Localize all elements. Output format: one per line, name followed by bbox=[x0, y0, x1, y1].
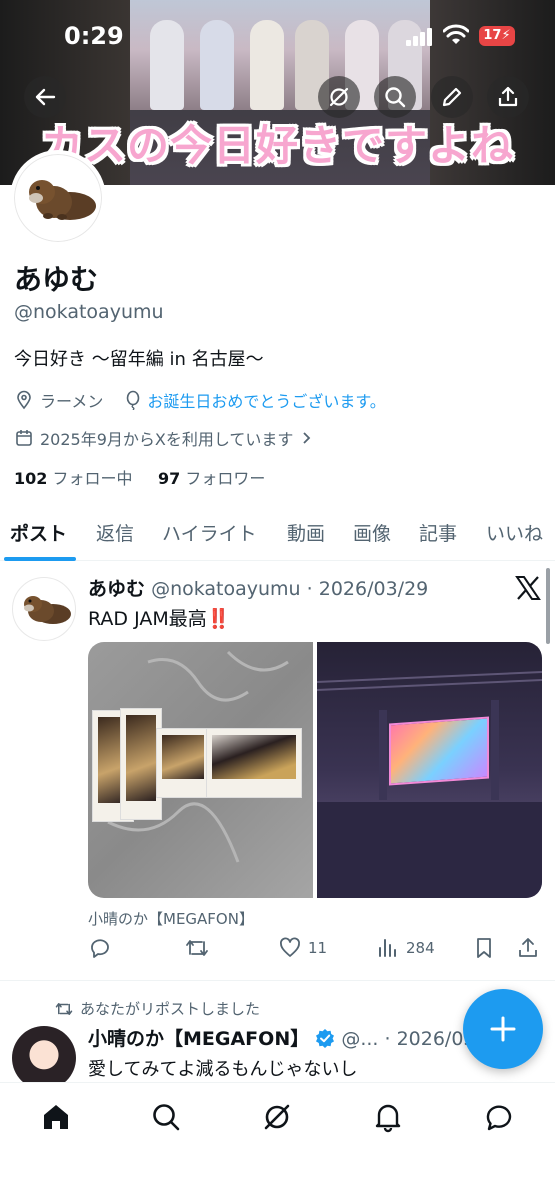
home-icon[interactable] bbox=[40, 1101, 72, 1133]
scrollbar[interactable] bbox=[546, 568, 550, 644]
followers-link[interactable]: 97 フォロワー bbox=[158, 469, 265, 488]
calendar-icon bbox=[16, 430, 32, 446]
status-time: 0:29 bbox=[64, 22, 124, 50]
compose-post-button[interactable] bbox=[463, 989, 543, 1069]
arrow-left-icon bbox=[35, 88, 56, 106]
post-author-avatar[interactable] bbox=[12, 1026, 76, 1090]
post-text: RAD JAM最高‼️ bbox=[88, 608, 231, 630]
tab-posts[interactable]: ポスト bbox=[10, 519, 67, 546]
view-count: 284 bbox=[406, 939, 435, 957]
active-tab-indicator bbox=[4, 557, 76, 561]
edit-profile-button[interactable] bbox=[431, 76, 473, 118]
post-author-name[interactable]: 小晴のか【MEGAFON】 bbox=[88, 1028, 309, 1050]
profile-joined-row[interactable]: 2025年9月からXを利用しています bbox=[14, 426, 315, 450]
beaver-plush-image bbox=[24, 596, 71, 624]
share-button[interactable] bbox=[487, 76, 529, 118]
post-author-handle: @nokatoayumu bbox=[151, 578, 301, 600]
post-media-grid bbox=[88, 642, 542, 898]
reply-button[interactable] bbox=[88, 936, 112, 960]
share-icon bbox=[519, 938, 537, 957]
cheki-photo bbox=[206, 728, 302, 798]
search-button[interactable] bbox=[374, 76, 416, 118]
share-post-button[interactable] bbox=[516, 936, 540, 960]
profile-tabs: ポスト 返信 ハイライト 動画 画像 記事 いいね bbox=[0, 505, 555, 561]
image-source-caption[interactable]: 小晴のか【MEGAFON】 bbox=[88, 908, 254, 929]
bell-icon[interactable] bbox=[372, 1101, 404, 1133]
status-bar: 0:29 17⚡ bbox=[0, 0, 555, 70]
following-link[interactable]: 102 フォロー中 bbox=[14, 469, 133, 488]
reply-icon bbox=[91, 939, 109, 958]
follow-stats: 102 フォロー中 97 フォロワー bbox=[14, 465, 265, 489]
wifi-icon bbox=[443, 24, 469, 44]
like-button[interactable]: 11 bbox=[278, 936, 327, 960]
back-button[interactable] bbox=[24, 76, 66, 118]
grok-icon bbox=[329, 87, 349, 107]
balloon-icon bbox=[127, 390, 140, 410]
profile-bio: 今日好き 〜留年編 in 名古屋〜 bbox=[14, 349, 264, 370]
bottom-navigation bbox=[0, 1082, 555, 1200]
post-author-handle: @... bbox=[341, 1028, 379, 1050]
profile-birthday-link[interactable]: お誕生日おめでとうございます。 bbox=[147, 388, 385, 412]
post-header: 小晴のか【MEGAFON】 @... · 2026/03/ bbox=[88, 1024, 482, 1051]
tab-highlights[interactable]: ハイライト bbox=[162, 519, 257, 546]
bookmark-icon bbox=[477, 938, 491, 958]
grok-icon[interactable] bbox=[261, 1101, 293, 1133]
profile-meta-row: ラーメン お誕生日おめでとうございます。 bbox=[14, 388, 386, 412]
profile-joined: 2025年9月からXを利用しています bbox=[40, 430, 294, 449]
profile-name: あゆむ bbox=[14, 263, 99, 296]
cellular-signal-icon bbox=[406, 28, 434, 46]
repost-button[interactable] bbox=[184, 936, 210, 960]
pencil-icon bbox=[442, 87, 462, 107]
repost-indicator: あなたがリポストしました bbox=[54, 998, 260, 1019]
like-count: 11 bbox=[308, 939, 328, 957]
grok-button[interactable] bbox=[318, 76, 360, 118]
bookmark-button[interactable] bbox=[472, 936, 496, 960]
heart-icon bbox=[280, 937, 300, 957]
x-logo-icon bbox=[515, 576, 541, 600]
post-actions: 11 284 bbox=[88, 936, 543, 964]
plus-icon bbox=[490, 1016, 516, 1042]
post-image-cheki[interactable] bbox=[88, 642, 313, 898]
post-author-avatar[interactable] bbox=[12, 577, 76, 641]
post-divider bbox=[0, 980, 555, 981]
share-icon bbox=[498, 86, 518, 107]
stage-screen bbox=[389, 716, 489, 786]
profile-location: ラーメン bbox=[40, 392, 104, 411]
battery-indicator: 17⚡ bbox=[479, 26, 515, 46]
tab-articles[interactable]: 記事 bbox=[419, 519, 457, 546]
repost-icon bbox=[55, 1002, 73, 1015]
tab-images[interactable]: 画像 bbox=[353, 519, 391, 546]
tab-likes[interactable]: いいね bbox=[486, 519, 543, 546]
repost-icon bbox=[186, 940, 208, 956]
analytics-icon bbox=[379, 939, 396, 957]
views-button[interactable]: 284 bbox=[376, 936, 435, 960]
tab-videos[interactable]: 動画 bbox=[287, 519, 325, 546]
profile-handle: @nokatoayumu bbox=[14, 301, 164, 323]
post-author-name[interactable]: あゆむ bbox=[88, 578, 145, 600]
cheki-photo bbox=[156, 728, 210, 798]
location-pin-icon bbox=[17, 390, 31, 410]
search-icon bbox=[385, 87, 406, 108]
tab-replies[interactable]: 返信 bbox=[96, 519, 134, 546]
verified-badge-icon bbox=[316, 1029, 335, 1048]
post-date: · 2026/03/29 bbox=[306, 578, 429, 600]
double-exclamation-emoji: ‼️ bbox=[206, 608, 231, 630]
post-text: 愛してみてよ減るもんじゃないし bbox=[88, 1059, 358, 1080]
beaver-plush-image bbox=[29, 180, 96, 220]
post-header: あゆむ @nokatoayumu · 2026/03/29 bbox=[88, 574, 428, 601]
profile-avatar[interactable] bbox=[10, 150, 106, 246]
post-image-stage[interactable] bbox=[317, 642, 542, 898]
messages-icon[interactable] bbox=[483, 1101, 515, 1133]
search-icon[interactable] bbox=[150, 1101, 182, 1133]
chevron-right-icon bbox=[303, 432, 311, 444]
